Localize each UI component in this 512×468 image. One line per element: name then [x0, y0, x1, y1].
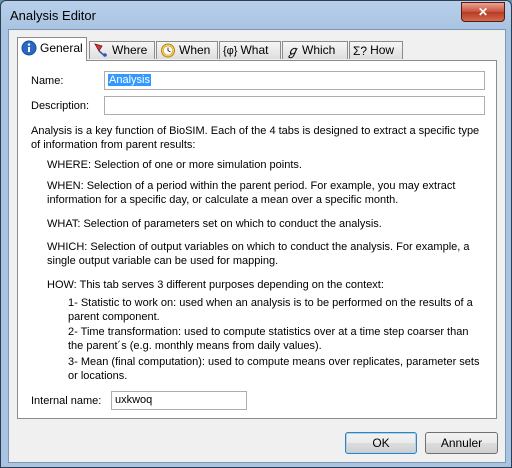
how-item-3: 3- Mean (final computation): used to com… — [68, 356, 480, 382]
when-text: WHEN: Selection of a period within the p… — [47, 180, 456, 206]
close-button[interactable]: ✕ — [461, 2, 505, 22]
internal-name-label: Internal name: — [31, 395, 102, 407]
which-text: WHICH: Selection of output variables on … — [47, 241, 470, 267]
sigma-icon: Σ? — [353, 43, 368, 58]
description-field[interactable] — [104, 96, 485, 115]
tab-when[interactable]: When — [156, 41, 218, 59]
tab-when-label: When — [179, 43, 211, 57]
analysis-editor-window: Analysis Editor ✕ General Where When {φ}… — [0, 0, 512, 468]
general-tab-page: Name: Analysis Description: Analysis is … — [17, 60, 497, 419]
name-label: Name: — [31, 75, 64, 87]
info-icon — [21, 40, 37, 56]
tab-general[interactable]: General — [17, 37, 87, 61]
description-label: Description: — [31, 100, 90, 112]
phi-icon: {φ} — [223, 44, 238, 57]
cancel-button[interactable]: Annuler — [425, 432, 498, 454]
name-field-value: Analysis — [108, 74, 151, 86]
internal-name-field[interactable]: uxkwoq — [111, 391, 247, 410]
how-item-2: 2- Time transformation: used to compute … — [68, 326, 469, 352]
tab-where-label: Where — [112, 43, 148, 57]
what-text: WHAT: Selection of parameters set on whi… — [47, 218, 382, 230]
intro-text: Analysis is a key function of BioSIM. Ea… — [31, 125, 480, 151]
how-item-1: 1- Statistic to work on: used when an an… — [68, 297, 473, 323]
tab-where[interactable]: Where — [89, 41, 155, 59]
tab-general-label: General — [40, 41, 83, 55]
ok-button[interactable]: OK — [345, 432, 417, 454]
location-icon — [93, 42, 109, 58]
tab-how[interactable]: Σ? How — [349, 41, 403, 59]
where-text: WHERE: Selection of one or more simulati… — [47, 159, 302, 171]
tab-which-label: Which — [302, 43, 336, 57]
tab-what-label: What — [240, 43, 269, 57]
tab-which[interactable]: ℊ Which — [282, 41, 348, 59]
dialog-body: General Where When {φ} What ℊ Which Σ? How — [8, 29, 506, 463]
title-bar[interactable]: Analysis Editor ✕ — [1, 1, 511, 29]
window-title: Analysis Editor — [10, 8, 96, 23]
clock-icon — [160, 42, 176, 58]
how-text: HOW: This tab serves 3 different purpose… — [47, 279, 384, 291]
tab-how-label: How — [370, 43, 395, 57]
tab-what[interactable]: {φ} What — [219, 41, 281, 59]
name-field[interactable]: Analysis — [104, 71, 485, 90]
gamma-icon: ℊ — [286, 43, 300, 59]
